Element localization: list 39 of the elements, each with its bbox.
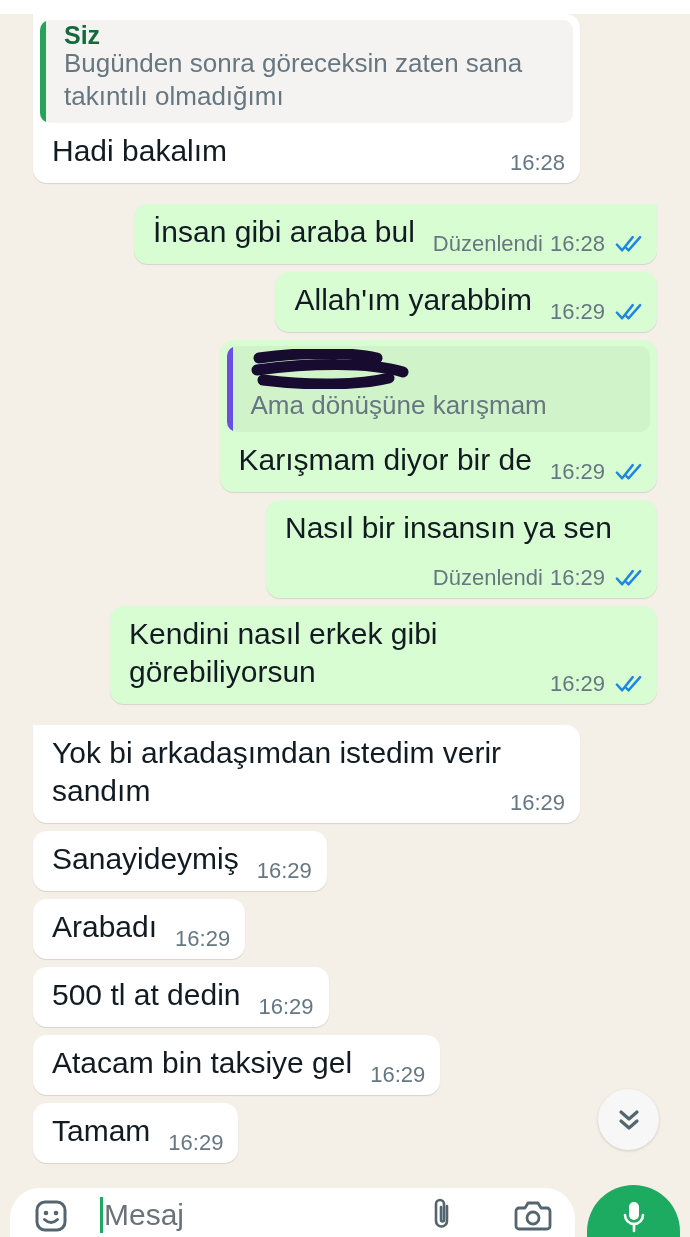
double-chevron-down-icon [617,1108,640,1131]
message-time: 16:29 [509,790,565,816]
message-text: Arabadı [52,910,158,943]
quote-text: Ama dönüşüne karışmam [250,389,547,422]
edited-label: Düzenlendi [432,565,543,591]
message-time: 16:29 [256,858,312,884]
quote-text: Bugünden sonra göreceksin zaten sana takıntılı olmadığımı [64,47,524,113]
message-time: 16:29 [168,1130,224,1156]
message-text: Sanayideymiş [52,842,239,875]
message-time: 16:29 [549,299,605,325]
message-text: İnsan gibi araba bul [153,215,415,248]
message-text: Nasıl bir insansın ya sen [285,511,612,544]
camera-icon[interactable] [514,1199,552,1231]
message-time: 16:29 [549,671,605,697]
scroll-down-button[interactable] [598,1089,659,1150]
message-text: Hadi bakalım [52,134,228,167]
message-time: 16:28 [549,231,605,257]
message-time: 16:28 [509,150,565,176]
text-cursor [100,1197,103,1233]
quoted-message[interactable]: Siz Bugünden sonra göreceksin zaten sana takıntılı olmadığımı [40,20,573,123]
message-composer[interactable]: Mesaj [10,1188,575,1237]
message-text: Yok bi arkadaşımdan istedim verir sandım [52,736,502,807]
message-time: 16:29 [175,926,231,952]
message-text: Kendini nasıl erkek gibi görebiliyorsun [129,617,438,688]
quoted-message[interactable]: Ama dönüşüne karışmam [226,346,650,432]
message-time: 16:29 [549,565,605,591]
message-input[interactable]: Mesaj [103,1197,432,1233]
message-text: Tamam [52,1114,151,1147]
message-text: 500 tl at dedin [52,978,241,1011]
microphone-icon [621,1201,646,1233]
smiley-icon[interactable] [35,1200,67,1232]
quote-author: Siz [64,23,101,47]
message-text: Karışmam diyor bir de [238,443,532,476]
message-text: Allah'ım yarabbim [294,283,532,316]
message-time: 16:29 [258,994,314,1020]
message-text: Atacam bin taksiye gel [52,1046,353,1079]
edited-label: Düzenlendi [432,231,543,257]
message-time: 16:29 [370,1062,426,1088]
message-time: 16:29 [549,459,605,485]
